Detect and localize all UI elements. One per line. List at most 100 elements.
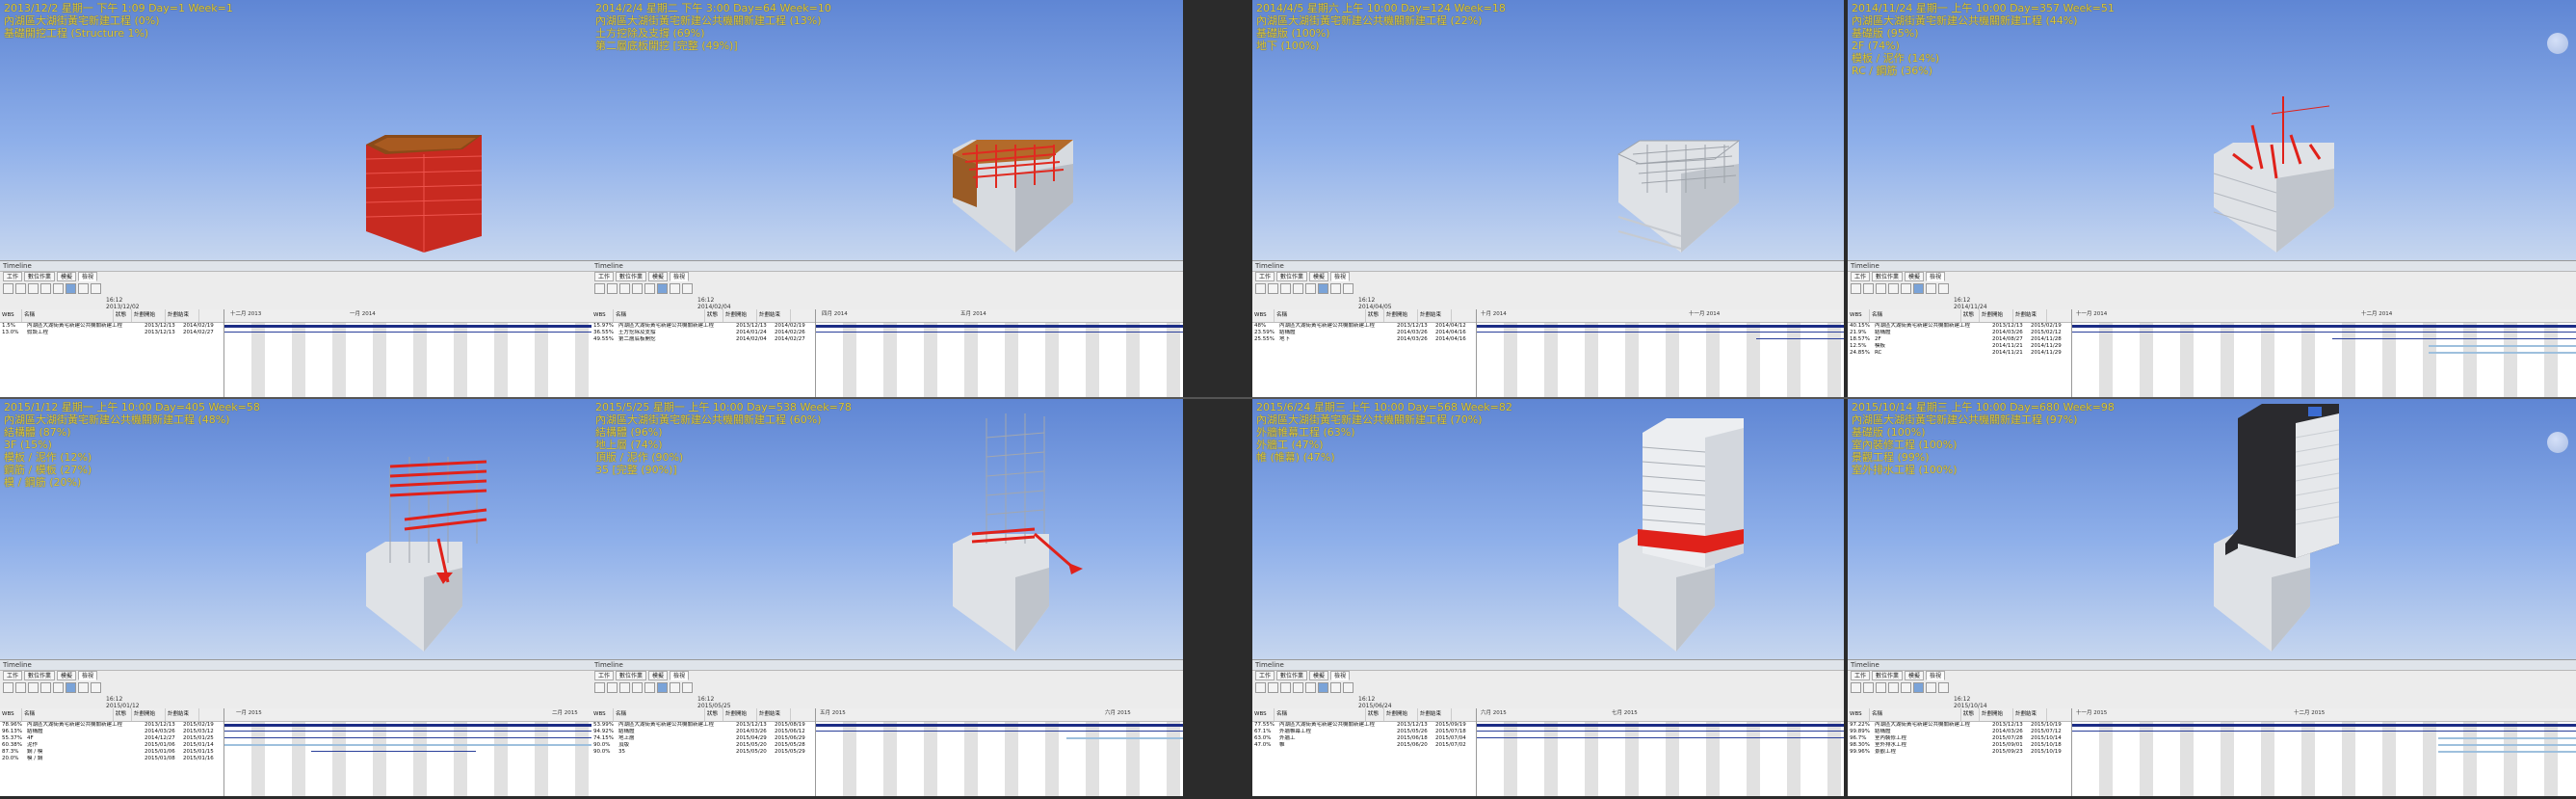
col-name[interactable]: 名稱 xyxy=(614,309,705,322)
stop-icon[interactable] xyxy=(1888,283,1899,294)
play-back-icon[interactable] xyxy=(619,283,630,294)
tab-view[interactable]: 檢視 xyxy=(1926,272,1946,281)
tab-tasks[interactable]: 工作 xyxy=(594,272,615,281)
col-name[interactable]: 名稱 xyxy=(1275,309,1366,322)
fast-forward-icon[interactable] xyxy=(91,283,101,294)
table-row[interactable]: 96.13% 結構體 2014/03/26 2015/03/12 xyxy=(0,729,223,735)
table-row[interactable]: 53.99% 內湖區大湖街黃宅新建公共機關新建工程 2013/12/13 2015/0… xyxy=(591,722,815,729)
col-name[interactable]: 名稱 xyxy=(1275,708,1366,721)
col-start[interactable]: 計劃開始 xyxy=(132,708,166,721)
tab-tasks[interactable]: 工作 xyxy=(1255,272,1275,281)
tab-view[interactable]: 檢視 xyxy=(1926,671,1946,680)
play-back-icon[interactable] xyxy=(1876,283,1886,294)
play-back-icon[interactable] xyxy=(28,283,39,294)
gantt-chart[interactable]: 四月 2014 五月 2014 xyxy=(816,309,1183,397)
tab-simulate[interactable]: 模擬 xyxy=(648,671,669,680)
gantt-bar[interactable] xyxy=(2332,338,2576,339)
col-end[interactable]: 計劃結束 xyxy=(166,708,199,721)
fast-forward-icon[interactable] xyxy=(1343,283,1354,294)
pause-icon[interactable] xyxy=(644,283,655,294)
col-name[interactable]: 名稱 xyxy=(614,708,705,721)
table-row[interactable]: 99.89% 結構體 2014/03/26 2015/07/12 xyxy=(1848,729,2071,735)
table-row[interactable]: 12.5% 模板 2014/11/21 2014/11/29 xyxy=(1848,343,2071,350)
tab-tasks[interactable]: 工作 xyxy=(1851,272,1871,281)
col-start[interactable]: 計劃開始 xyxy=(1384,309,1418,322)
table-row[interactable]: 25.55% 地下 2014/03/26 2014/04/16 xyxy=(1252,336,1476,343)
play-icon[interactable] xyxy=(66,682,76,693)
tab-view[interactable]: 檢視 xyxy=(1330,671,1351,680)
tab-data[interactable]: 數位作業 xyxy=(616,671,647,680)
col-end[interactable]: 計劃結束 xyxy=(2013,708,2047,721)
pause-icon[interactable] xyxy=(53,682,64,693)
gantt-bar[interactable] xyxy=(224,325,591,328)
table-row[interactable]: 21.9% 結構體 2014/03/26 2015/02/12 xyxy=(1848,330,2071,336)
col-status[interactable]: 狀態 xyxy=(1366,708,1384,721)
step-back-icon[interactable] xyxy=(607,682,618,693)
pause-icon[interactable] xyxy=(644,682,655,693)
play-back-icon[interactable] xyxy=(1280,682,1291,693)
3d-viewport[interactable]: 2014/2/4 星期二 下午 3:00 Day=64 Week=10 內湖區大… xyxy=(591,0,1183,260)
step-back-icon[interactable] xyxy=(1268,682,1278,693)
table-row[interactable]: 48% 內湖區大湖街黃宅新建公共機關新建工程 2013/12/13 2014/04/1… xyxy=(1252,323,1476,330)
pause-icon[interactable] xyxy=(1305,682,1316,693)
tab-tasks[interactable]: 工作 xyxy=(594,671,615,680)
col-wbs[interactable]: WBS xyxy=(591,708,614,721)
table-row[interactable]: 78.96% 內湖區大湖街黃宅新建公共機關新建工程 2013/12/13 2015/0… xyxy=(0,722,223,729)
fast-forward-icon[interactable] xyxy=(682,283,693,294)
col-wbs[interactable]: WBS xyxy=(1252,708,1275,721)
gantt-bar[interactable] xyxy=(2072,731,2576,732)
table-row[interactable]: 96.7% 室內裝修工程 2015/07/28 2015/10/14 xyxy=(1848,735,2071,742)
col-name[interactable]: 名稱 xyxy=(1870,708,1961,721)
gantt-chart[interactable]: 十二月 2013 一月 2014 xyxy=(224,309,591,397)
gantt-bar[interactable] xyxy=(1477,724,1844,727)
col-wbs[interactable]: WBS xyxy=(1252,309,1275,322)
gantt-bar[interactable] xyxy=(2438,737,2576,739)
col-end[interactable]: 計劃結束 xyxy=(757,309,791,322)
3d-viewport[interactable]: 2014/11/24 星期一 上午 10:00 Day=357 Week=51 … xyxy=(1848,0,2576,260)
table-row[interactable]: 87.3% 鋼 / 模 2015/01/06 2015/01/15 xyxy=(0,749,223,756)
3d-viewport[interactable]: 2015/6/24 星期三 上午 10:00 Day=568 Week=82 內… xyxy=(1252,399,1844,659)
table-row[interactable]: 63.0% 外牆工 2015/06/18 2015/07/04 xyxy=(1252,735,1476,742)
rewind-icon[interactable] xyxy=(1851,682,1861,693)
table-row[interactable]: 40.15% 內湖區大湖街黃宅新建公共機關新建工程 2013/12/13 2015/0… xyxy=(1848,323,2071,330)
3d-viewport[interactable]: 2015/1/12 星期一 上午 10:00 Day=405 Week=58 內… xyxy=(0,399,591,659)
step-back-icon[interactable] xyxy=(1863,283,1874,294)
col-wbs[interactable]: WBS xyxy=(591,309,614,322)
play-icon[interactable] xyxy=(1913,682,1924,693)
col-status[interactable]: 狀態 xyxy=(1366,309,1384,322)
gantt-chart[interactable]: 十月 2014 十一月 2014 xyxy=(1477,309,1844,397)
tab-simulate[interactable]: 模擬 xyxy=(1309,671,1329,680)
tab-data[interactable]: 數位作業 xyxy=(24,272,56,281)
pause-icon[interactable] xyxy=(1901,283,1911,294)
table-row[interactable]: 24.85% RC 2014/11/21 2014/11/29 xyxy=(1848,350,2071,357)
gantt-bar[interactable] xyxy=(816,724,1183,727)
step-forward-icon[interactable] xyxy=(670,682,680,693)
step-back-icon[interactable] xyxy=(1268,283,1278,294)
play-back-icon[interactable] xyxy=(619,682,630,693)
col-name[interactable]: 名稱 xyxy=(1870,309,1961,322)
step-forward-icon[interactable] xyxy=(1330,283,1341,294)
step-back-icon[interactable] xyxy=(15,283,26,294)
3d-viewport[interactable]: 2015/5/25 星期一 上午 10:00 Day=538 Week=78 內… xyxy=(591,399,1183,659)
gantt-bar[interactable] xyxy=(1756,338,1844,339)
col-name[interactable]: 名稱 xyxy=(22,309,114,322)
gantt-bar[interactable] xyxy=(2072,325,2576,328)
gantt-bar[interactable] xyxy=(224,332,591,333)
rewind-icon[interactable] xyxy=(3,283,13,294)
tab-tasks[interactable]: 工作 xyxy=(1851,671,1871,680)
rewind-icon[interactable] xyxy=(3,682,13,693)
play-icon[interactable] xyxy=(66,283,76,294)
tab-view[interactable]: 檢視 xyxy=(78,272,98,281)
table-row[interactable]: 90.0% 35 2015/05/20 2015/05/29 xyxy=(591,749,815,756)
stop-icon[interactable] xyxy=(1293,283,1303,294)
pause-icon[interactable] xyxy=(53,283,64,294)
play-icon[interactable] xyxy=(1913,283,1924,294)
stop-icon[interactable] xyxy=(40,283,51,294)
3d-viewport[interactable]: 2013/12/2 星期一 下午 1:09 Day=1 Week=1 內湖區大湖… xyxy=(0,0,591,260)
tab-simulate[interactable]: 模擬 xyxy=(648,272,669,281)
rewind-icon[interactable] xyxy=(1255,283,1266,294)
gantt-bar[interactable] xyxy=(1477,737,1844,738)
step-forward-icon[interactable] xyxy=(1926,283,1936,294)
gantt-bar[interactable] xyxy=(816,325,1183,328)
step-forward-icon[interactable] xyxy=(1926,682,1936,693)
